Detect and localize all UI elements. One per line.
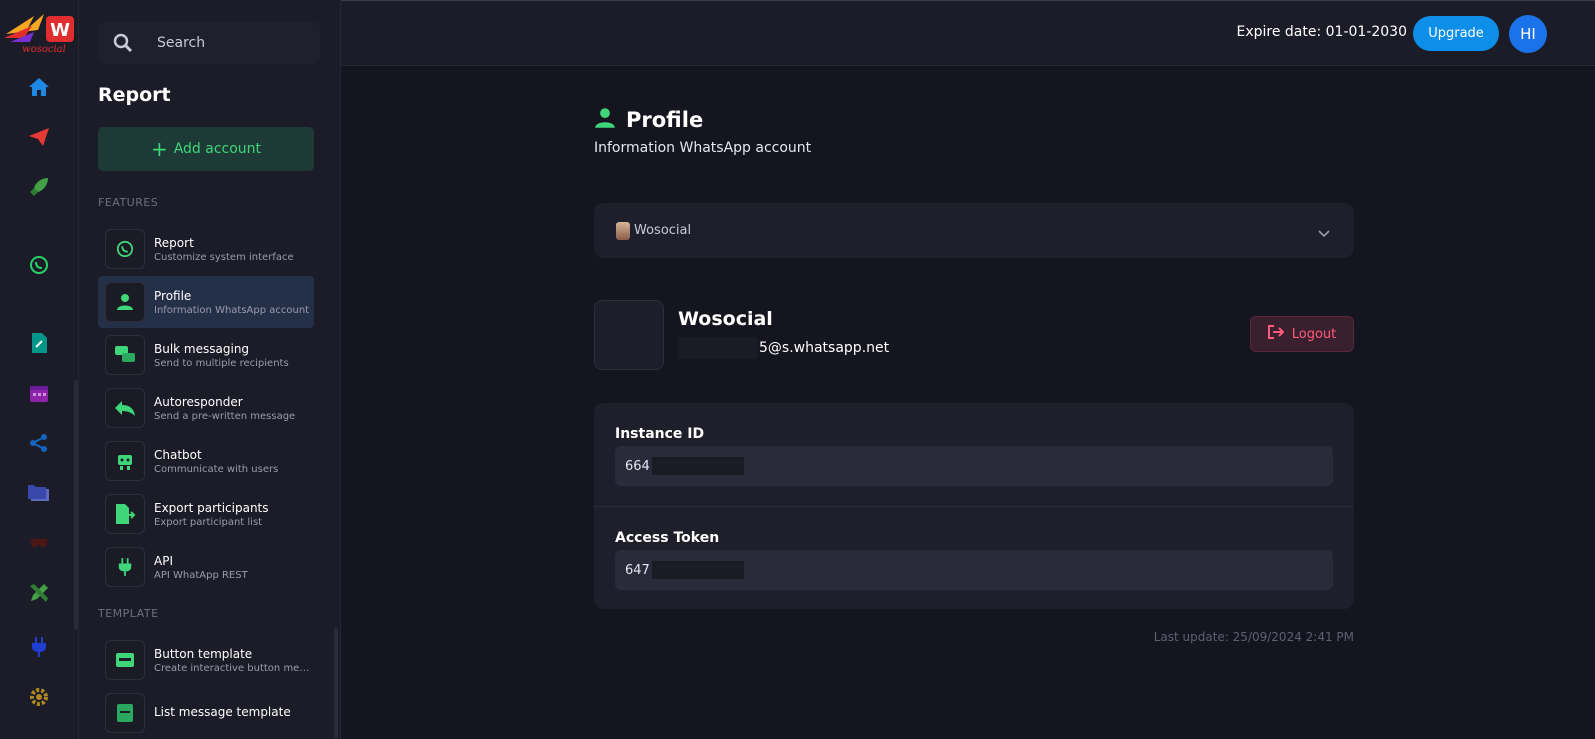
menu-item-autoresponder[interactable]: Autoresponder Send a pre-written message	[98, 382, 314, 434]
account-jid: 5@s.whatsapp.net	[678, 337, 889, 359]
menu-item-chatbot[interactable]: Chatbot Communicate with users	[98, 435, 314, 487]
logout-label: Logout	[1291, 326, 1337, 342]
menu-desc: Send a pre-written message	[154, 410, 296, 422]
access-token-block: Access Token 647	[594, 506, 1354, 609]
menu-desc: Create interactive button messages	[154, 662, 314, 674]
wosocial-logo[interactable]: W wosocial	[4, 12, 76, 55]
robot-icon	[105, 441, 145, 481]
menu-label: Export participants	[154, 500, 269, 515]
user-icon	[594, 107, 616, 133]
menu-label: Autoresponder	[154, 394, 243, 409]
share-nodes-icon[interactable]	[24, 428, 54, 458]
file-export-icon	[105, 494, 145, 534]
chevron-down-icon	[1318, 223, 1330, 242]
menu-item-button-template[interactable]: Button template Create interactive button…	[98, 634, 314, 686]
access-token-field[interactable]: 647	[615, 550, 1333, 590]
panel-scrollbar[interactable]	[334, 628, 338, 738]
menu-label: Report	[154, 235, 194, 250]
home-icon[interactable]	[24, 72, 54, 102]
reply-all-icon	[105, 388, 145, 428]
section-template: TEMPLATE	[98, 607, 159, 620]
instance-id-label: Instance ID	[615, 426, 705, 442]
svg-text:W: W	[50, 20, 70, 41]
send-icon[interactable]	[24, 122, 54, 152]
menu-label: List message template	[154, 705, 291, 719]
top-bar: Expire date: 01-01-2030 Upgrade HI	[341, 0, 1595, 66]
menu-label: Button template	[154, 646, 253, 661]
plug-icon[interactable]	[24, 632, 54, 662]
list-template-icon	[105, 693, 145, 733]
menu-label: API	[154, 553, 173, 568]
user-avatar[interactable]: HI	[1509, 15, 1547, 53]
menu-desc: Information WhatsApp account	[154, 304, 310, 316]
whatsapp-icon[interactable]	[24, 250, 54, 280]
chat-bubbles-icon	[105, 335, 145, 375]
button-template-icon	[105, 640, 145, 680]
rocket-icon[interactable]	[24, 172, 54, 202]
account-name: Wosocial	[678, 308, 773, 330]
redacted-mask	[651, 561, 744, 579]
add-account-button[interactable]: + Add account	[98, 127, 314, 171]
credentials-card: Instance ID 664 Access Token 647	[594, 403, 1354, 609]
account-select[interactable]: Wosocial	[594, 203, 1354, 258]
pen-ruler-icon[interactable]	[24, 578, 54, 608]
menu-item-export-participants[interactable]: Export participants Export participant li…	[98, 488, 314, 540]
page-title: Profile	[594, 107, 703, 133]
menu-label: Bulk messaging	[154, 341, 250, 356]
logo-wordmark: wosocial	[22, 44, 66, 54]
account-avatar	[616, 221, 630, 240]
menu-item-api[interactable]: API API WhatApp REST	[98, 541, 314, 593]
rail-scrollbar[interactable]	[74, 380, 78, 630]
menu-desc: API WhatApp REST	[154, 569, 248, 581]
search-box[interactable]	[98, 22, 320, 64]
account-card: Wosocial 5@s.whatsapp.net Logout	[594, 300, 1354, 372]
menu-desc: Communicate with users	[154, 463, 279, 475]
page-title-text: Profile	[626, 108, 704, 132]
section-features: FEATURES	[98, 196, 159, 209]
plug-icon	[105, 547, 145, 587]
folders-icon[interactable]	[24, 478, 54, 508]
file-edit-icon[interactable]	[24, 328, 54, 358]
redacted-mask	[678, 337, 758, 359]
menu-item-list-message-template[interactable]: List message template	[98, 687, 314, 739]
menu-label: Profile	[154, 288, 192, 303]
menu-desc: Customize system interface	[154, 251, 294, 263]
menu-item-report[interactable]: Report Customize system interface	[98, 223, 314, 275]
search-icon	[109, 29, 137, 57]
access-token-value: 647	[625, 562, 650, 578]
instance-id-field[interactable]: 664	[615, 446, 1333, 486]
instance-id-value: 664	[625, 458, 650, 474]
user-icon	[105, 282, 145, 322]
panel-title: Report	[98, 84, 171, 106]
menu-label: Chatbot	[154, 447, 202, 462]
whatsapp-icon	[105, 229, 145, 269]
account-thumbnail	[594, 300, 664, 370]
search-input[interactable]	[157, 35, 307, 51]
mask-icon[interactable]	[24, 528, 54, 558]
menu-desc: Send to multiple recipients	[154, 357, 289, 369]
instance-id-block: Instance ID 664	[594, 403, 1354, 506]
side-panel: Report + Add account FEATURES ReportCust…	[79, 0, 341, 739]
expire-date: Expire date: 01-01-2030	[1236, 24, 1407, 40]
add-account-label: Add account	[173, 141, 262, 157]
account-select-value: Wosocial	[634, 223, 692, 238]
last-update: Last update: 25/09/2024 2:41 PM	[1153, 630, 1354, 644]
icon-rail: W wosocial	[0, 0, 79, 739]
logout-button[interactable]: Logout	[1250, 316, 1354, 352]
gear-icon[interactable]	[24, 682, 54, 712]
redacted-mask	[651, 457, 744, 475]
plus-icon: +	[150, 137, 168, 161]
upgrade-button[interactable]: Upgrade	[1413, 16, 1499, 51]
sign-out-icon	[1267, 325, 1285, 343]
account-jid-text: 5@s.whatsapp.net	[759, 340, 890, 356]
menu-item-bulk-messaging[interactable]: Bulk messaging Send to multiple recipient…	[98, 329, 314, 381]
menu-item-profile[interactable]: Profile Information WhatsApp account	[98, 276, 314, 328]
calendar-icon[interactable]	[24, 378, 54, 408]
access-token-label: Access Token	[615, 530, 720, 546]
menu-desc: Export participant list	[154, 516, 263, 528]
page-subtitle: Information WhatsApp account	[594, 140, 812, 156]
